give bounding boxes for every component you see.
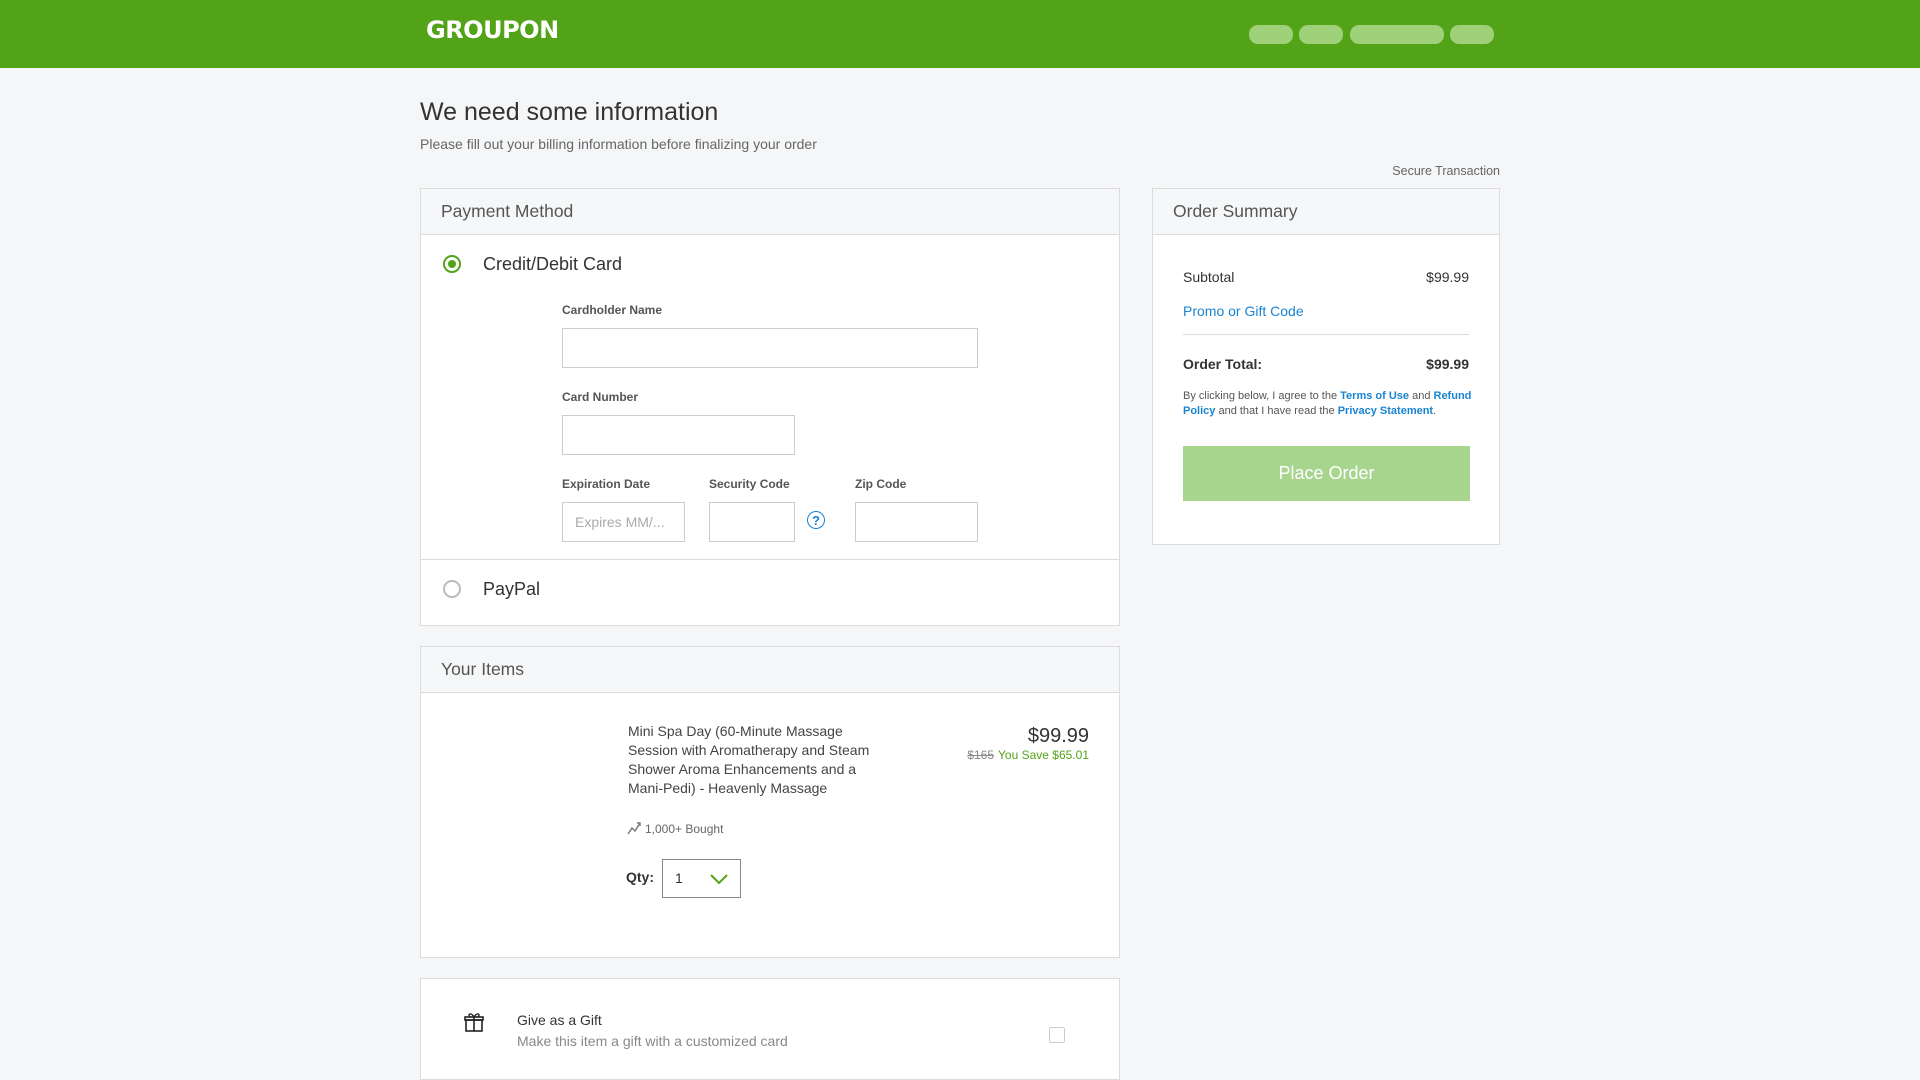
your-items-panel: Your Items Mini Spa Day (60-Minute Massa… <box>420 646 1120 958</box>
nav-pill-3[interactable] <box>1350 25 1444 44</box>
legal-text-1: By clicking below, I agree to the <box>1183 390 1341 402</box>
nav-pill-1[interactable] <box>1249 25 1293 44</box>
paypal-label[interactable]: PayPal <box>483 579 540 600</box>
help-icon[interactable]: ? <box>807 511 825 529</box>
gift-checkbox[interactable] <box>1049 1027 1065 1043</box>
chevron-down-icon <box>710 874 728 885</box>
gift-icon <box>464 1013 484 1032</box>
payment-method-heading: Payment Method <box>421 189 1119 235</box>
item-savings: $165 You Save $65.01 <box>967 748 1089 762</box>
security-code-label: Security Code <box>709 477 790 491</box>
credit-card-radio[interactable] <box>443 255 461 273</box>
payment-divider <box>421 559 1119 560</box>
subtotal-value: $99.99 <box>1426 269 1469 285</box>
legal-text-4: . <box>1433 405 1437 417</box>
order-summary-heading: Order Summary <box>1153 189 1499 235</box>
zip-code-label: Zip Code <box>855 477 907 491</box>
qty-select[interactable]: 1 <box>662 859 741 898</box>
gift-subtitle: Make this item a gift with a customized … <box>517 1033 788 1049</box>
qty-value: 1 <box>675 870 683 886</box>
place-order-button[interactable]: Place Order <box>1183 446 1470 501</box>
secure-transaction-label: Secure Transaction <box>1392 164 1500 178</box>
qty-label: Qty: <box>626 869 654 885</box>
original-price: $165 <box>967 748 995 762</box>
groupon-logo[interactable]: GROUPON <box>426 16 559 44</box>
legal-text: By clicking below, I agree to the Terms … <box>1183 389 1473 419</box>
nav-pill-2[interactable] <box>1299 25 1343 44</box>
order-summary-panel: Order Summary Subtotal $99.99 Promo or G… <box>1152 188 1500 545</box>
card-number-label: Card Number <box>562 390 639 404</box>
credit-card-label[interactable]: Credit/Debit Card <box>483 254 622 275</box>
order-total-value: $99.99 <box>1426 356 1469 372</box>
payment-method-panel: Payment Method Credit/Debit Card Cardhol… <box>420 188 1120 626</box>
legal-text-2: and <box>1409 390 1434 402</box>
paypal-radio[interactable] <box>443 580 461 598</box>
top-bar: GROUPON <box>0 0 1920 68</box>
order-total-label: Order Total: <box>1183 356 1263 372</box>
cardholder-name-label: Cardholder Name <box>562 303 663 317</box>
nav-pill-4[interactable] <box>1450 25 1494 44</box>
page-title: We need some information <box>420 98 719 126</box>
page-subtitle: Please fill out your billing information… <box>420 136 817 152</box>
your-items-heading: Your Items <box>421 647 1119 693</box>
savings-text: You Save $65.01 <box>998 748 1089 762</box>
trending-icon <box>627 822 641 835</box>
legal-text-3: and that I have read the <box>1215 405 1338 417</box>
zip-code-input[interactable] <box>855 502 978 542</box>
terms-of-use-link[interactable]: Terms of Use <box>1340 390 1409 402</box>
gift-panel: Give as a Gift Make this item a gift wit… <box>420 978 1120 1080</box>
item-title: Mini Spa Day (60-Minute Massage Session … <box>628 723 870 796</box>
card-number-input[interactable] <box>562 415 795 455</box>
expiration-date-input[interactable] <box>562 502 685 542</box>
bought-count: 1,000+ Bought <box>627 821 723 836</box>
gift-title: Give as a Gift <box>517 1012 602 1028</box>
privacy-statement-link[interactable]: Privacy Statement <box>1338 405 1433 417</box>
item-price: $99.99 <box>1027 725 1089 747</box>
cardholder-name-input[interactable] <box>562 328 978 368</box>
promo-code-link[interactable]: Promo or Gift Code <box>1183 303 1304 319</box>
bought-count-text: 1,000+ Bought <box>645 822 724 836</box>
subtotal-label: Subtotal <box>1183 269 1235 285</box>
expiration-date-label: Expiration Date <box>562 477 651 491</box>
security-code-input[interactable] <box>709 502 795 542</box>
summary-divider <box>1183 334 1469 335</box>
